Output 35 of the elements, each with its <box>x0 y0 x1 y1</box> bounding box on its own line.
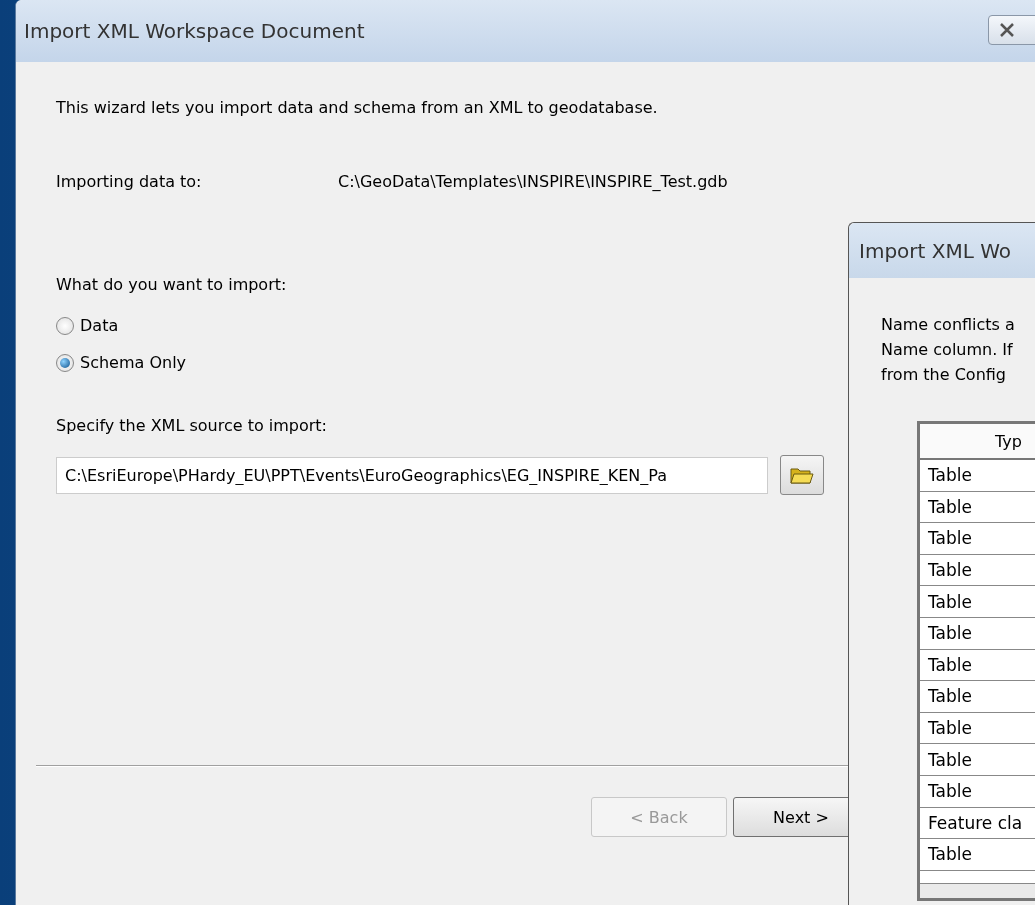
message-text: from the Config <box>881 364 1007 386</box>
table-cell: Table <box>920 839 1035 871</box>
table-cell: Table <box>920 712 1035 745</box>
radio-button[interactable] <box>56 316 74 335</box>
table-cell: Table <box>920 586 1035 618</box>
table-cell: Table <box>920 681 1035 713</box>
radio-label: Data <box>80 316 119 335</box>
target-path: C:\GeoData\Templates\INSPIRE\INSPIRE_Test.gdb <box>338 172 728 191</box>
question-label: What do you want to import: <box>56 275 288 294</box>
radio-label: Schema Only <box>80 353 187 372</box>
close-button[interactable] <box>988 15 1035 45</box>
table-cell: Table <box>920 617 1035 650</box>
radio-option[interactable]: Schema Only <box>56 353 187 372</box>
window-title: Import XML Wo <box>849 223 1035 278</box>
message-text: Name conflicts a <box>881 314 1016 336</box>
table-cell: Table <box>920 744 1035 776</box>
intro-text: This wizard lets you import data and schema from an XML to geodatabase. <box>56 98 659 117</box>
table-cell: Table <box>920 775 1035 808</box>
column-header[interactable]: Typ <box>920 424 1035 460</box>
table-cell: Table <box>920 649 1035 682</box>
browse-button[interactable] <box>780 455 824 495</box>
close-icon <box>999 23 1015 37</box>
table-cell: Table <box>920 523 1035 555</box>
table-cell: Feature cla <box>920 807 1035 840</box>
message-text: Name column. If <box>881 339 1014 361</box>
table-cell: Table <box>920 491 1035 524</box>
source-path-field[interactable]: C:\EsriEurope\PHardy_EU\PPT\Events\EuroGeographics\EG_INSPIRE_KEN_Pa <box>56 456 768 494</box>
folder-icon <box>790 465 814 485</box>
table-cell: Table <box>920 554 1035 587</box>
target-label: Importing data to: <box>56 172 203 191</box>
window-title: Import XML Workspace Document <box>24 19 365 43</box>
radio-option[interactable]: Data <box>56 316 119 335</box>
source-label: Specify the XML source to import: <box>56 416 328 435</box>
radio-button[interactable] <box>56 353 74 372</box>
table-cell: Table <box>920 460 1035 492</box>
